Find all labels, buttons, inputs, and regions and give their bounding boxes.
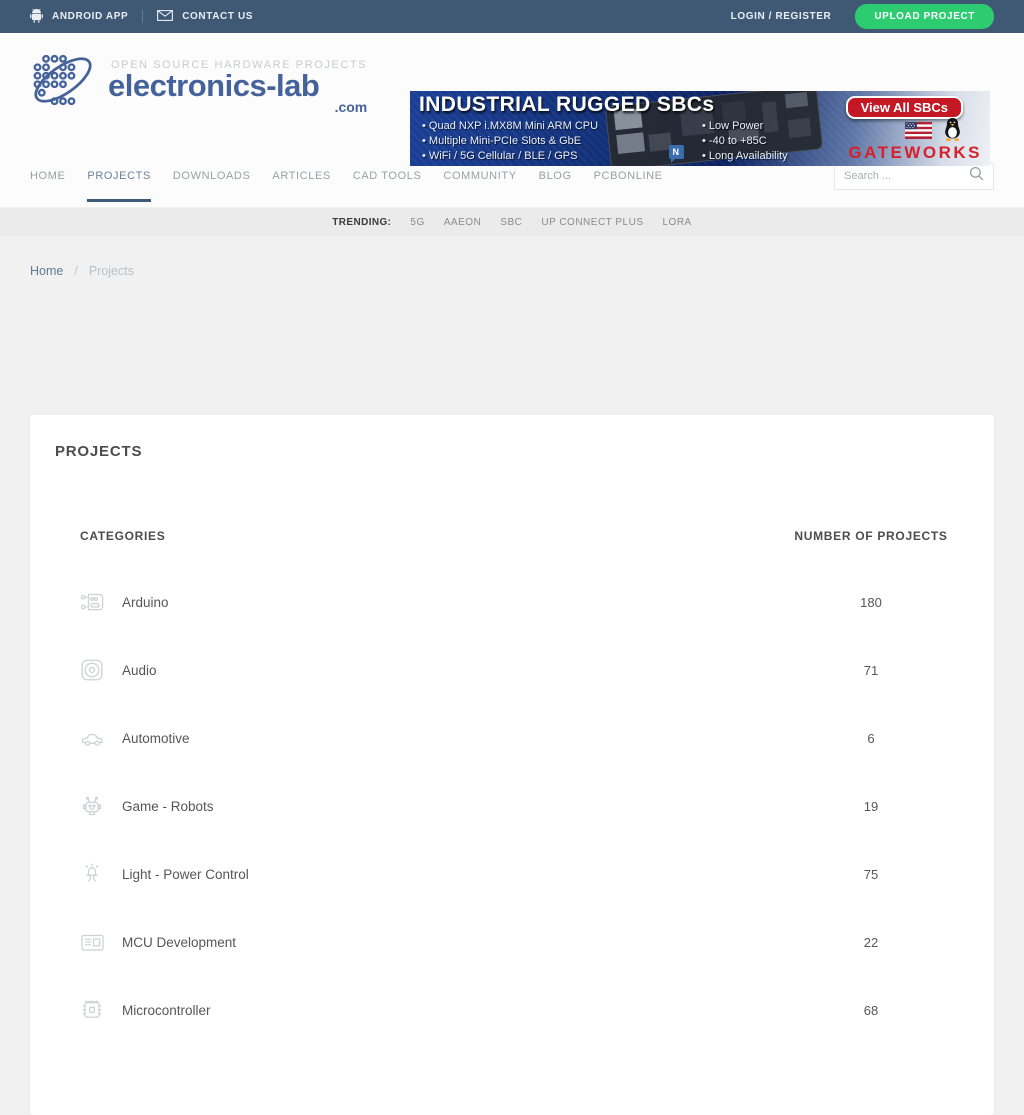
login-register-links[interactable]: LOGIN / REGISTER: [731, 11, 832, 22]
category-row-microcontroller[interactable]: Microcontroller 68: [30, 976, 994, 1044]
contact-us-link[interactable]: CONTACT US: [157, 10, 253, 24]
android-app-link[interactable]: ANDROID APP: [30, 8, 128, 26]
android-icon: [30, 8, 43, 26]
search-input[interactable]: [844, 170, 969, 182]
category-row-arduino[interactable]: Arduino 180: [30, 568, 994, 636]
nav-item-home[interactable]: HOME: [30, 170, 65, 182]
logo-mark-icon: [28, 49, 98, 116]
register-link[interactable]: REGISTER: [775, 11, 831, 22]
view-all-sbcs-button[interactable]: View All SBCs: [846, 96, 963, 119]
breadcrumb-current: Projects: [89, 264, 134, 278]
linux-penguin-icon: [943, 117, 962, 146]
brand-name: electronics-lab: [108, 71, 367, 101]
category-count: 68: [781, 1003, 961, 1018]
nav-item-pcbonline[interactable]: PCBONLINE N: [594, 170, 663, 182]
count-column-header: NUMBER OF PROJECTS: [781, 529, 961, 543]
upload-project-button[interactable]: UPLOAD PROJECT: [855, 4, 994, 29]
breadcrumb-home-link[interactable]: Home: [30, 264, 63, 278]
banner-bullet: Quad NXP i.MX8M Mini ARM CPU: [422, 119, 598, 134]
topbar-divider: [142, 10, 143, 23]
new-badge: N: [669, 145, 684, 159]
category-label: Automotive: [122, 731, 781, 746]
category-rows: Arduino 180 Audio 71: [30, 568, 994, 1044]
category-count: 75: [781, 867, 961, 882]
page-title: PROJECTS: [55, 443, 994, 460]
contact-us-label: CONTACT US: [182, 11, 253, 22]
breadcrumb: Home / Projects: [30, 264, 1024, 278]
category-count: 6: [781, 731, 961, 746]
car-icon: [80, 725, 107, 751]
category-label: MCU Development: [122, 935, 781, 950]
category-row-game-robots[interactable]: Game - Robots 19: [30, 772, 994, 840]
table-header: CATEGORIES NUMBER OF PROJECTS: [30, 529, 994, 543]
category-count: 22: [781, 935, 961, 950]
banner-bullet: Multiple Mini-PCIe Slots & GbE: [422, 134, 598, 149]
category-count: 71: [781, 663, 961, 678]
banner-bullets-left: Quad NXP i.MX8M Mini ARM CPU Multiple Mi…: [422, 119, 598, 164]
usa-flag-icon: [905, 122, 932, 144]
banner-bullet: WiFi / 5G Cellular / BLE / GPS: [422, 149, 598, 164]
chip-icon: [80, 997, 107, 1023]
trending-item-lora[interactable]: LORA: [663, 217, 692, 228]
banner-ad[interactable]: INDUSTRIAL RUGGED SBCs Quad NXP i.MX8M M…: [410, 91, 990, 166]
nav-items: HOME PROJECTS DOWNLOADS ARTICLES CAD TOO…: [30, 170, 663, 182]
category-count: 180: [781, 595, 961, 610]
category-label: Game - Robots: [122, 799, 781, 814]
category-label: Audio: [122, 663, 781, 678]
nav-item-downloads[interactable]: DOWNLOADS: [173, 170, 251, 182]
category-row-audio[interactable]: Audio 71: [30, 636, 994, 704]
category-label: Arduino: [122, 595, 781, 610]
trending-item-5g[interactable]: 5G: [410, 217, 424, 228]
site-logo[interactable]: OPEN SOURCE HARDWARE PROJECTS electronic…: [28, 49, 367, 116]
robot-icon: [80, 793, 107, 819]
login-link[interactable]: LOGIN /: [731, 11, 772, 22]
trending-bar: TRENDING: 5G AAEON SBC UP CONNECT PLUS L…: [0, 208, 1024, 236]
categories-column-header: CATEGORIES: [80, 529, 781, 543]
gateworks-brand: GATEWORKS: [848, 143, 982, 163]
topbar-right: LOGIN / REGISTER UPLOAD PROJECT: [731, 4, 994, 29]
banner-bullet: -40 to +85C: [702, 134, 788, 149]
logo-text: OPEN SOURCE HARDWARE PROJECTS electronic…: [108, 49, 367, 116]
trending-item-up-connect-plus[interactable]: UP CONNECT PLUS: [541, 217, 643, 228]
nav-item-community[interactable]: COMMUNITY: [443, 170, 516, 182]
envelope-icon: [157, 10, 173, 24]
category-count: 19: [781, 799, 961, 814]
banner-bullet: Low Power: [702, 119, 788, 134]
category-label: Microcontroller: [122, 1003, 781, 1018]
android-app-label: ANDROID APP: [52, 11, 128, 22]
mcu-board-icon: [80, 929, 107, 955]
nav-item-projects[interactable]: PROJECTS: [87, 170, 150, 182]
nav-item-pcbonline-label: PCBONLINE: [594, 170, 663, 182]
projects-card: PROJECTS CATEGORIES NUMBER OF PROJECTS A…: [30, 415, 994, 1115]
arduino-board-icon: [80, 589, 107, 615]
trending-label: TRENDING:: [332, 217, 391, 228]
nav-item-blog[interactable]: BLOG: [539, 170, 572, 182]
led-icon: [80, 861, 107, 887]
topbar-left: ANDROID APP CONTACT US: [30, 8, 253, 26]
nav-item-articles[interactable]: ARTICLES: [272, 170, 330, 182]
category-label: Light - Power Control: [122, 867, 781, 882]
category-row-light-power-control[interactable]: Light - Power Control 75: [30, 840, 994, 908]
nav-item-cad-tools[interactable]: CAD TOOLS: [353, 170, 422, 182]
speaker-icon: [80, 657, 107, 683]
search-icon[interactable]: [969, 166, 984, 186]
banner-title: INDUSTRIAL RUGGED SBCs: [419, 93, 714, 117]
topbar: ANDROID APP CONTACT US LOGIN / REGISTER …: [0, 0, 1024, 33]
banner-bullets-right: Low Power -40 to +85C Long Availability: [702, 119, 788, 164]
category-row-mcu-development[interactable]: MCU Development 22: [30, 908, 994, 976]
trending-item-aaeon[interactable]: AAEON: [444, 217, 482, 228]
banner-bullet: Long Availability: [702, 149, 788, 164]
trending-item-sbc[interactable]: SBC: [500, 217, 522, 228]
search-box[interactable]: [834, 163, 994, 190]
site-header: OPEN SOURCE HARDWARE PROJECTS electronic…: [0, 33, 1024, 145]
breadcrumb-separator: /: [74, 264, 77, 278]
category-row-automotive[interactable]: Automotive 6: [30, 704, 994, 772]
